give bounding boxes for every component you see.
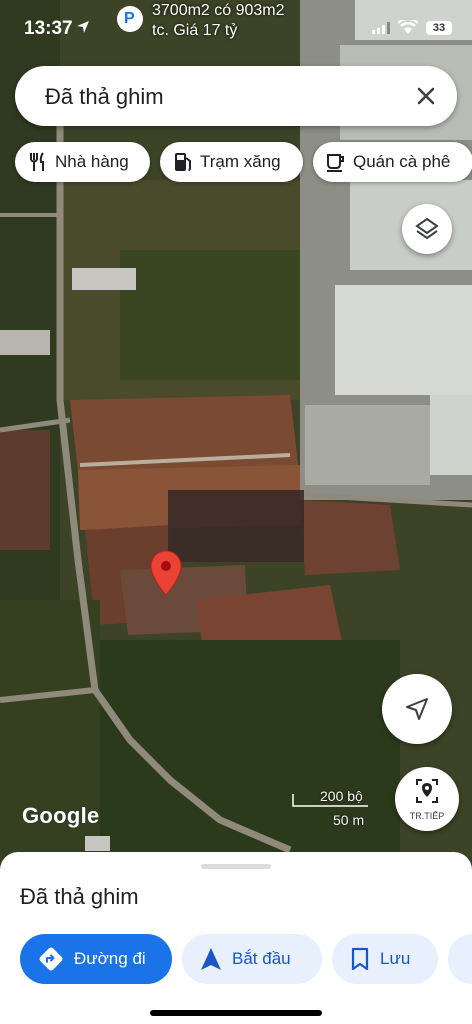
restaurant-icon [30,152,44,171]
search-bar[interactable]: Đã thả ghim [15,66,457,126]
sheet-title: Đã thả ghim [20,884,139,909]
search-text: Đã thả ghim [45,84,164,109]
navigation-arrow-icon [406,698,428,720]
chip-restaurants[interactable]: Nhà hàng [15,142,150,182]
location-services-icon [77,21,89,33]
close-icon[interactable] [411,81,441,111]
wifi-icon [398,20,418,34]
layers-icon [415,217,439,240]
dropped-pin-icon[interactable] [149,550,183,596]
chip-restaurants-label: Nhà hàng [55,152,129,171]
coffee-icon [327,154,344,172]
next-location-button[interactable]: TR.TIẾP [395,767,459,831]
google-attribution: Google [22,803,100,828]
notification-line-1: 3700m2 có 903m2 [152,2,285,19]
bottom-sheet[interactable]: Đã thả ghim Đường đi Bắt đầu Lưu [0,852,472,1024]
layers-button[interactable] [402,204,452,254]
next-location-label: TR.TIẾP [409,811,445,821]
cellular-signal-icon [372,22,390,34]
navigation-arrow-icon [201,948,221,970]
scale-feet-label: 200 bộ [320,788,363,804]
chip-coffee[interactable]: Quán cà phê [313,142,472,182]
chip-gas-stations[interactable]: Trạm xăng [160,142,303,182]
start-button[interactable]: Bắt đầu [182,934,322,984]
parking-app-icon: P [117,6,143,32]
chip-gas-stations-label: Trạm xăng [200,152,281,171]
directions-icon [39,947,63,971]
save-button[interactable]: Lưu [332,934,438,984]
battery-icon: 33 [426,21,452,35]
start-label: Bắt đầu [232,949,291,968]
my-location-button[interactable] [382,674,452,744]
status-bar: 13:37 P 3700m2 có 903m2 tc. Giá 17 tỷ 33 [0,0,472,52]
scale-meter-label: 50 m [333,812,365,828]
directions-button[interactable]: Đường đi [20,934,172,984]
pin-search-icon [416,779,438,803]
sheet-drag-handle[interactable] [201,864,271,869]
clock-time: 13:37 [24,18,73,39]
more-actions-button[interactable] [448,934,472,984]
home-indicator [150,1010,322,1016]
chip-coffee-label: Quán cà phê [353,152,451,171]
gas-station-icon [175,153,191,171]
notification-line-2: tc. Giá 17 tỷ [152,22,238,39]
bookmark-icon [351,947,369,971]
save-label: Lưu [380,949,411,968]
directions-label: Đường đi [74,949,146,968]
